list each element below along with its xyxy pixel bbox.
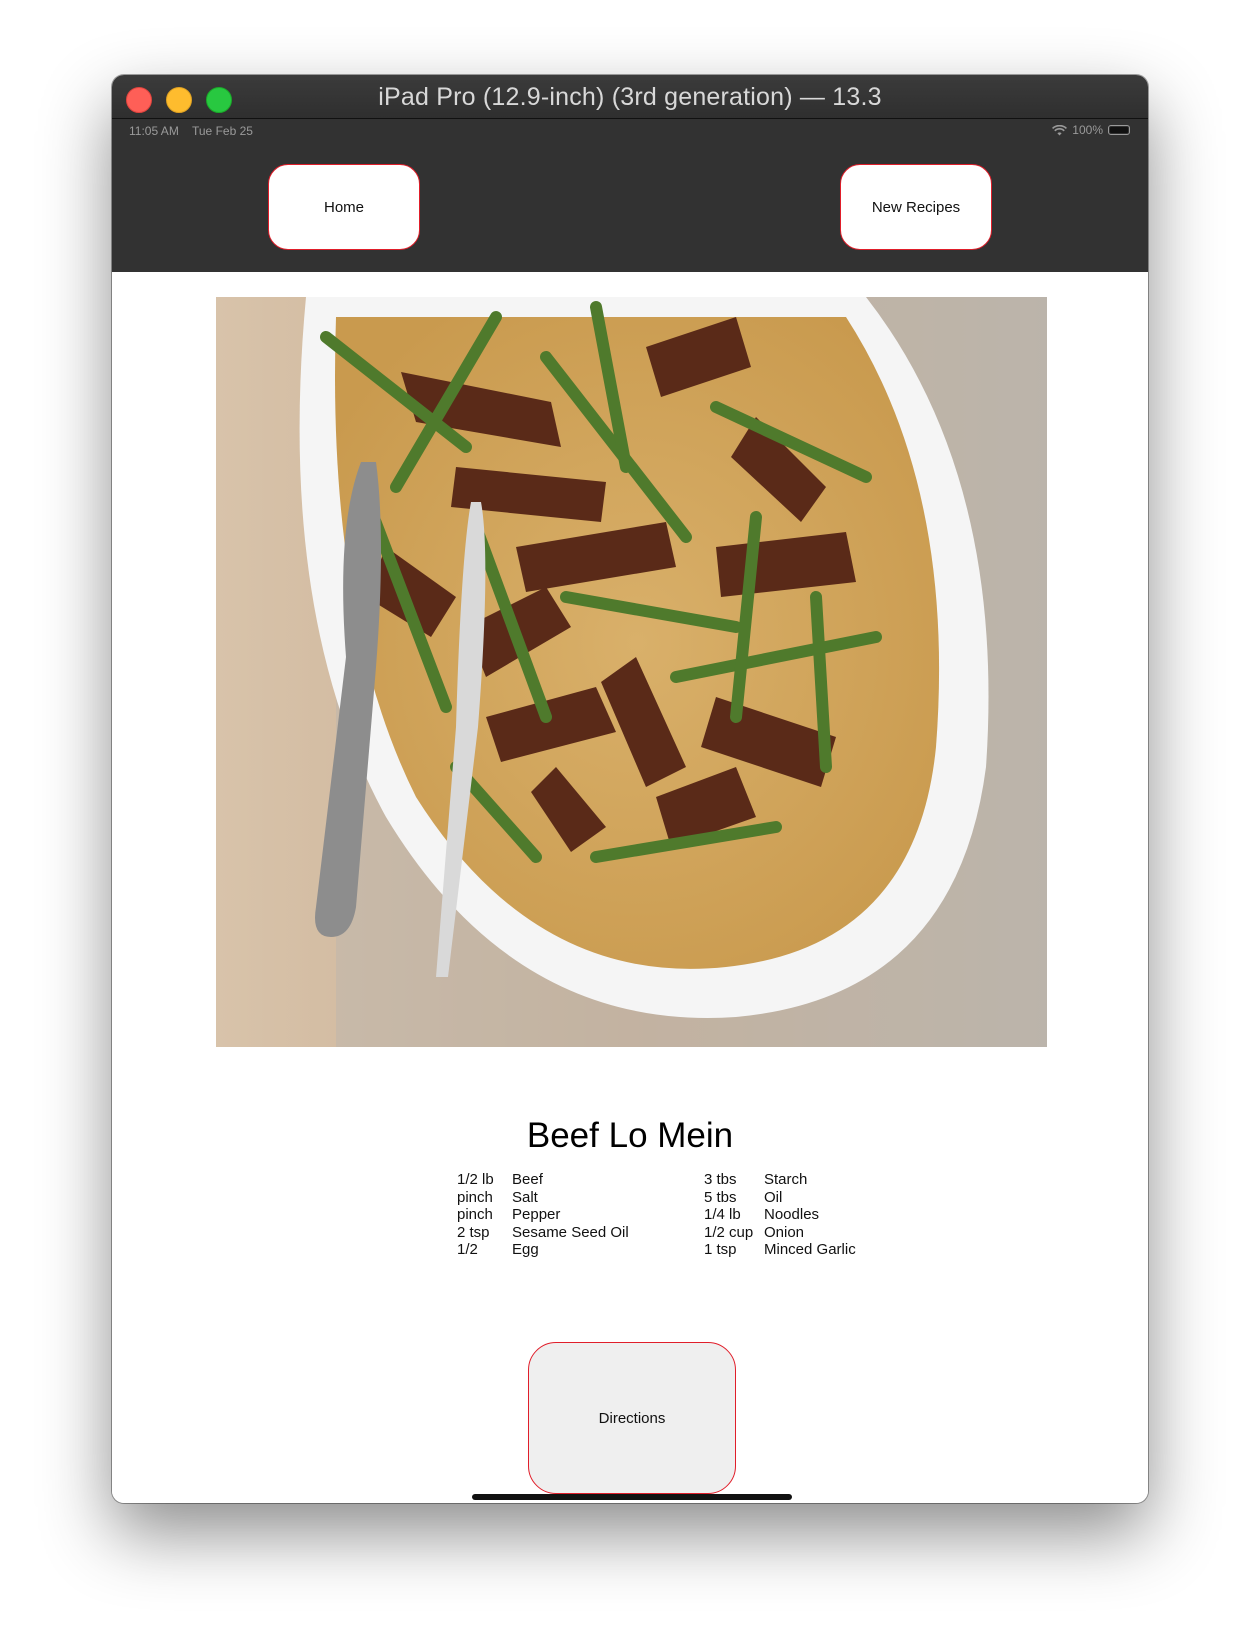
ingredients-column-left: 1/2 lb Beef pinch Salt pinch Pepper 2 ts… (457, 1171, 662, 1259)
window-title: iPad Pro (12.9-inch) (3rd generation) — … (378, 83, 882, 111)
ingredient-qty: 1/2 cup (704, 1223, 754, 1241)
ingredient-name: Starch (764, 1171, 808, 1188)
ingredient-name: Noodles (764, 1206, 820, 1223)
status-date: Tue Feb 25 (192, 124, 253, 138)
ingredient-name: Egg (512, 1241, 539, 1258)
recipe-photo (216, 297, 1047, 1047)
home-button[interactable]: Home (268, 164, 420, 250)
directions-button[interactable]: Directions (528, 1342, 736, 1494)
ingredient-name: Pepper (512, 1206, 561, 1223)
ingredient-qty: 1/2 lb (457, 1171, 494, 1188)
ingredients-list: 1/2 lb Beef pinch Salt pinch Pepper 2 ts… (457, 1171, 884, 1259)
status-time: 11:05 AM (129, 124, 179, 138)
ingredient-name: Beef (512, 1171, 543, 1188)
battery-percentage: 100% (1072, 123, 1103, 137)
wifi-icon (1052, 124, 1068, 135)
ingredient-name: Sesame Seed Oil (512, 1223, 629, 1241)
ingredient-qty: 3 tbs (704, 1171, 737, 1188)
recipe-title: Beef Lo Mein (526, 1116, 734, 1155)
simulator-window: iPad Pro (12.9-inch) (3rd generation) — … (112, 75, 1148, 1503)
window-titlebar: iPad Pro (12.9-inch) (3rd generation) — … (112, 75, 1148, 119)
top-navigation-bar: 11:05 AM Tue Feb 25 100% Home New Recipe… (112, 119, 1148, 272)
ingredients-column-right: 3 tbs Starch 5 tbs Oil 1/4 lb Noodles 1/… (704, 1171, 884, 1259)
status-indicators: 100% (1052, 123, 1130, 137)
ingredient-name: Minced Garlic (764, 1241, 856, 1258)
ingredient-name: Oil (764, 1188, 783, 1206)
new-recipes-button[interactable]: New Recipes (840, 164, 992, 250)
device-screen: 11:05 AM Tue Feb 25 100% Home New Recipe… (112, 119, 1148, 1503)
battery-icon (1108, 125, 1130, 135)
ingredient-qty: 1/4 lb (704, 1206, 741, 1223)
ingredient-name: Onion (764, 1223, 805, 1241)
beef-lo-mein-image (216, 297, 1047, 1047)
ingredient-qty: 5 tbs (704, 1188, 737, 1206)
ingredient-qty: pinch (457, 1206, 493, 1223)
ingredient-name: Salt (512, 1188, 538, 1206)
ingredient-qty: 1/2 (457, 1241, 478, 1258)
ingredient-qty: 1 tsp (704, 1241, 737, 1258)
home-indicator[interactable] (472, 1494, 792, 1500)
ingredient-qty: 2 tsp (457, 1223, 490, 1241)
ingredient-qty: pinch (457, 1188, 493, 1206)
